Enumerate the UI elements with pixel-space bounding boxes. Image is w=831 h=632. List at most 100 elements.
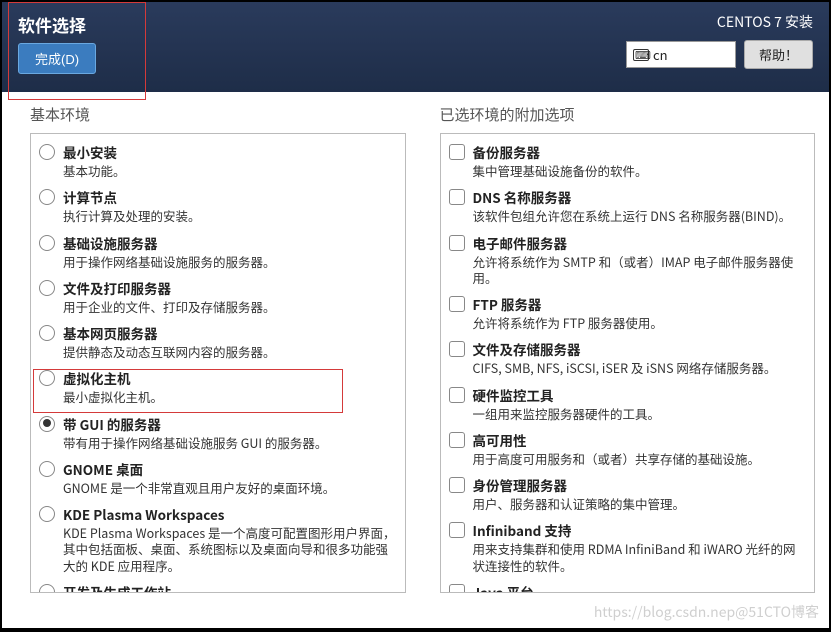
addon-option[interactable]: DNS 名称服务器该软件包组允许您在系统上运行 DNS 名称服务器(BIND)。: [441, 183, 815, 228]
option-text: 虚拟化主机最小虚拟化主机。: [63, 368, 397, 405]
base-environment-column: 基本环境 最小安装基本功能。计算节点执行计算及处理的安装。基础设施服务器用于操作…: [6, 92, 416, 628]
radio-button[interactable]: [39, 189, 55, 205]
option-description: 基本功能。: [63, 163, 397, 179]
option-description: 该软件包组允许您在系统上运行 DNS 名称服务器(BIND)。: [473, 208, 807, 224]
option-label: 带 GUI 的服务器: [63, 414, 397, 434]
header-bar: 软件选择 完成(D) CENTOS 7 安装 cn 帮助！: [2, 2, 829, 92]
watermark-text: https://blog.csdn.nep@51CTO博客: [594, 602, 819, 622]
addon-option[interactable]: 高可用性用于高度可用服务和（或者）共享存储的基础设施。: [441, 426, 815, 471]
addon-option[interactable]: 电子邮件服务器允许将系统作为 SMTP 和（或者）IMAP 电子邮件服务器使用。: [441, 229, 815, 291]
radio-button[interactable]: [39, 506, 55, 522]
environment-option[interactable]: 基础设施服务器用于操作网络基础设施服务的服务器。: [31, 229, 405, 274]
option-description: 最小虚拟化主机。: [63, 389, 397, 405]
option-text: 计算节点执行计算及处理的安装。: [63, 187, 397, 224]
addon-option[interactable]: 身份管理服务器用户、服务器和认证策略的集中管理。: [441, 471, 815, 516]
environment-option[interactable]: 最小安装基本功能。: [31, 138, 405, 183]
option-text: 带 GUI 的服务器带有用于操作网络基础设施服务 GUI 的服务器。: [63, 414, 397, 451]
radio-button[interactable]: [39, 416, 55, 432]
option-text: FTP 服务器允许将系统作为 FTP 服务器使用。: [473, 294, 807, 331]
environment-option[interactable]: 开发及生成工作站用于软件、硬件、图形或者内容开发的工作站。: [31, 578, 405, 593]
base-environment-list[interactable]: 最小安装基本功能。计算节点执行计算及处理的安装。基础设施服务器用于操作网络基础设…: [30, 133, 406, 593]
help-button[interactable]: 帮助！: [744, 40, 813, 69]
option-text: Java 平台红帽企业版 Linux 服务器和桌面平台的 Java 支持。: [473, 582, 807, 593]
option-label: GNOME 桌面: [63, 459, 397, 479]
keyboard-layout-label: cn: [653, 45, 668, 64]
checkbox[interactable]: [449, 341, 465, 357]
option-description: GNOME 是一个非常直观且用户友好的桌面环境。: [63, 480, 397, 496]
addon-option[interactable]: Infiniband 支持用来支持集群和使用 RDMA InfiniBand 和…: [441, 516, 815, 578]
option-description: 集中管理基础设施备份的软件。: [473, 163, 807, 179]
option-description: 执行计算及处理的安装。: [63, 208, 397, 224]
checkbox[interactable]: [449, 522, 465, 538]
option-label: 计算节点: [63, 187, 397, 207]
environment-option[interactable]: GNOME 桌面GNOME 是一个非常直观且用户友好的桌面环境。: [31, 455, 405, 500]
option-label: 硬件监控工具: [473, 385, 807, 405]
option-label: Infiniband 支持: [473, 520, 807, 540]
option-text: 备份服务器集中管理基础设施备份的软件。: [473, 142, 807, 179]
option-label: 基础设施服务器: [63, 233, 397, 253]
page-title: 软件选择: [18, 12, 96, 37]
option-description: 用户、服务器和认证策略的集中管理。: [473, 496, 807, 512]
option-label: Java 平台: [473, 582, 807, 593]
option-description: 用于操作网络基础设施服务的服务器。: [63, 254, 397, 270]
option-text: 开发及生成工作站用于软件、硬件、图形或者内容开发的工作站。: [63, 582, 397, 593]
environment-option[interactable]: 带 GUI 的服务器带有用于操作网络基础设施服务 GUI 的服务器。: [31, 410, 405, 455]
install-title: CENTOS 7 安装: [717, 12, 813, 32]
checkbox[interactable]: [449, 189, 465, 205]
addon-option[interactable]: 文件及存储服务器CIFS, SMB, NFS, iSCSI, iSER 及 iS…: [441, 335, 815, 380]
radio-button[interactable]: [39, 235, 55, 251]
checkbox[interactable]: [449, 235, 465, 251]
option-text: 电子邮件服务器允许将系统作为 SMTP 和（或者）IMAP 电子邮件服务器使用。: [473, 233, 807, 287]
environment-option[interactable]: 基本网页服务器提供静态及动态互联网内容的服务器。: [31, 319, 405, 364]
checkbox[interactable]: [449, 144, 465, 160]
option-label: 文件及存储服务器: [473, 339, 807, 359]
keyboard-layout-selector[interactable]: cn: [626, 41, 736, 68]
addons-heading: 已选环境的附加选项: [440, 104, 816, 125]
option-label: 高可用性: [473, 430, 807, 450]
environment-option[interactable]: 计算节点执行计算及处理的安装。: [31, 183, 405, 228]
option-description: 提供静态及动态互联网内容的服务器。: [63, 344, 397, 360]
radio-button[interactable]: [39, 370, 55, 386]
option-label: KDE Plasma Workspaces: [63, 504, 397, 524]
option-description: 允许将系统作为 SMTP 和（或者）IMAP 电子邮件服务器使用。: [473, 254, 807, 287]
radio-button[interactable]: [39, 461, 55, 477]
option-text: 高可用性用于高度可用服务和（或者）共享存储的基础设施。: [473, 430, 807, 467]
option-text: GNOME 桌面GNOME 是一个非常直观且用户友好的桌面环境。: [63, 459, 397, 496]
header-right: CENTOS 7 安装 cn 帮助！: [626, 12, 813, 84]
addons-list[interactable]: 备份服务器集中管理基础设施备份的软件。 DNS 名称服务器该软件包组允许您在系统上…: [440, 133, 816, 593]
option-text: 硬件监控工具一组用来监控服务器硬件的工具。: [473, 385, 807, 422]
checkbox[interactable]: [449, 296, 465, 312]
checkbox[interactable]: [449, 477, 465, 493]
option-label: 电子邮件服务器: [473, 233, 807, 253]
environment-option[interactable]: KDE Plasma WorkspacesKDE Plasma Workspac…: [31, 500, 405, 578]
addon-option[interactable]: 备份服务器集中管理基础设施备份的软件。: [441, 138, 815, 183]
body-area: 基本环境 最小安装基本功能。计算节点执行计算及处理的安装。基础设施服务器用于操作…: [2, 92, 829, 628]
option-description: 用于高度可用服务和（或者）共享存储的基础设施。: [473, 451, 807, 467]
option-label: FTP 服务器: [473, 294, 807, 314]
environment-option[interactable]: 虚拟化主机最小虚拟化主机。: [31, 364, 405, 409]
checkbox[interactable]: [449, 584, 465, 593]
header-left: 软件选择 完成(D): [18, 12, 96, 84]
option-description: KDE Plasma Workspaces 是一个高度可配置图形用户界面，其中包…: [63, 525, 397, 574]
radio-button[interactable]: [39, 584, 55, 593]
option-description: 允许将系统作为 FTP 服务器使用。: [473, 315, 807, 331]
header-controls: cn 帮助！: [626, 40, 813, 69]
radio-button[interactable]: [39, 325, 55, 341]
radio-button[interactable]: [39, 144, 55, 160]
addons-column: 已选环境的附加选项 备份服务器集中管理基础设施备份的软件。 DNS 名称服务器该软…: [416, 92, 826, 628]
option-label: 身份管理服务器: [473, 475, 807, 495]
radio-button[interactable]: [39, 280, 55, 296]
addon-option[interactable]: 硬件监控工具一组用来监控服务器硬件的工具。: [441, 381, 815, 426]
option-text: KDE Plasma WorkspacesKDE Plasma Workspac…: [63, 504, 397, 574]
option-label: 虚拟化主机: [63, 368, 397, 388]
done-button[interactable]: 完成(D): [18, 43, 96, 74]
checkbox[interactable]: [449, 432, 465, 448]
option-description: CIFS, SMB, NFS, iSCSI, iSER 及 iSNS 网络存储服…: [473, 360, 807, 376]
option-label: 备份服务器: [473, 142, 807, 162]
addon-option[interactable]: FTP 服务器允许将系统作为 FTP 服务器使用。: [441, 290, 815, 335]
keyboard-icon: [633, 49, 649, 61]
option-text: 最小安装基本功能。: [63, 142, 397, 179]
checkbox[interactable]: [449, 387, 465, 403]
environment-option[interactable]: 文件及打印服务器用于企业的文件、打印及存储服务器。: [31, 274, 405, 319]
addon-option[interactable]: Java 平台红帽企业版 Linux 服务器和桌面平台的 Java 支持。: [441, 578, 815, 593]
